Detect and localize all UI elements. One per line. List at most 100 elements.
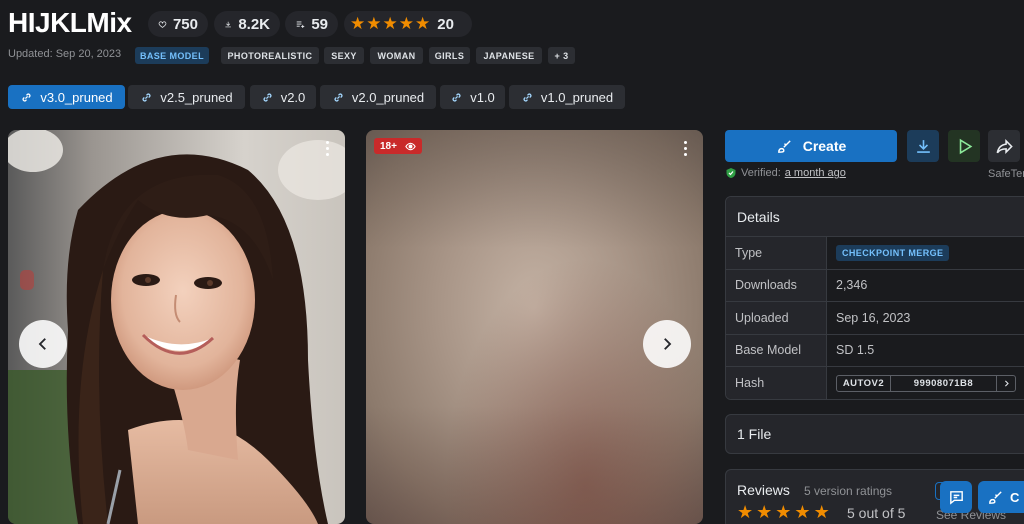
tag-girls[interactable]: GIRLS — [429, 47, 470, 64]
row-label: Type — [726, 237, 827, 269]
chat-float-button[interactable] — [940, 481, 972, 513]
tag-japanese[interactable]: JAPANESE — [476, 47, 542, 64]
dot — [325, 140, 329, 144]
rating-count: 20 — [437, 15, 454, 33]
chevron-left-icon — [38, 338, 46, 350]
details-row-type: Type CHECKPOINT MERGE — [726, 237, 1024, 270]
link-icon — [142, 92, 151, 102]
link-icon — [452, 92, 461, 102]
hash-box[interactable]: AUTOV2 99908071B8 — [836, 374, 1016, 392]
download-button[interactable] — [907, 130, 939, 162]
details-row-downloads: Downloads 2,346 — [726, 269, 1024, 302]
details-row-hash: Hash AUTOV2 99908071B8 — [726, 367, 1024, 399]
version-button-v1-0[interactable]: v1.0 — [440, 85, 505, 109]
star-icon: ★ — [415, 14, 431, 33]
eye-icon — [405, 142, 416, 150]
create-button[interactable]: Create — [725, 130, 897, 162]
rating-stat[interactable]: ★ ★ ★ ★ ★ 20 — [344, 11, 472, 37]
verified-status: Verified: a month ago — [725, 167, 846, 179]
hash-next-button[interactable] — [997, 376, 1015, 391]
hash-value[interactable]: 99908071B8 — [891, 375, 997, 391]
version-button-v2-0[interactable]: v2.0 — [250, 85, 316, 109]
tag-more[interactable]: + 3 — [548, 47, 575, 64]
chevron-right-icon — [1004, 380, 1009, 387]
row-label: Uploaded — [726, 302, 827, 334]
star-icon: ★ — [813, 502, 830, 522]
model-title: HIJKLMix — [8, 7, 132, 38]
file-format-label: SafeTensor — [988, 168, 1024, 180]
tag-base-model[interactable]: BASE MODEL — [135, 47, 209, 64]
updated-date: Updated: Sep 20, 2023 — [8, 48, 122, 60]
version-label: v2.0_pruned — [351, 89, 425, 105]
version-button-v1-0-pruned[interactable]: v1.0_pruned — [509, 85, 625, 109]
reviews-score: 5 out of 5 — [847, 505, 906, 521]
star-icon: ★ — [382, 14, 398, 33]
nsfw-badge[interactable]: 18+ — [374, 138, 422, 154]
files-accordion[interactable]: 1 File — [725, 414, 1024, 454]
nsfw-label: 18+ — [380, 140, 397, 152]
brush-icon — [989, 490, 1002, 504]
tag-woman[interactable]: WOMAN — [370, 47, 423, 64]
collections-button[interactable]: 59 — [285, 11, 338, 37]
details-panel: Details Type CHECKPOINT MERGE Downloads … — [725, 196, 1024, 400]
star-icon: ★ — [350, 14, 366, 33]
star-icon: ★ — [775, 502, 792, 522]
playlist-add-icon — [296, 20, 305, 28]
star-icon: ★ — [756, 502, 773, 522]
rating-stars: ★ ★ ★ ★ ★ — [350, 14, 430, 34]
version-label: v2.0 — [280, 89, 306, 105]
share-button[interactable] — [988, 130, 1020, 162]
dot — [325, 152, 329, 156]
share-icon — [996, 138, 1013, 154]
row-label: Downloads — [726, 269, 827, 301]
downloads-count: 8.2K — [238, 15, 270, 33]
link-icon — [22, 92, 31, 102]
type-badge: CHECKPOINT MERGE — [836, 244, 950, 261]
heart-icon — [158, 20, 167, 28]
details-row-uploaded: Uploaded Sep 16, 2023 — [726, 302, 1024, 335]
hash-algo[interactable]: AUTOV2 — [837, 375, 891, 391]
version-button-v2-5-pruned[interactable]: v2.5_pruned — [128, 85, 245, 109]
details-row-base-model: Base Model SD 1.5 — [726, 334, 1024, 367]
play-icon — [959, 138, 972, 154]
star-icon: ★ — [398, 14, 414, 33]
star-icon: ★ — [794, 502, 811, 522]
link-icon — [523, 92, 532, 102]
run-button[interactable] — [948, 130, 980, 162]
image-menu-button[interactable] — [675, 138, 695, 158]
version-button-v2-0-pruned[interactable]: v2.0_pruned — [320, 85, 436, 109]
download-icon — [225, 21, 231, 27]
tag-photorealistic[interactable]: PHOTOREALISTIC — [221, 47, 319, 64]
reviews-count: 5 version ratings — [804, 484, 893, 498]
version-label: v3.0_pruned — [40, 89, 113, 105]
version-label: v1.0_pruned — [540, 89, 614, 105]
verified-label: Verified: — [741, 167, 781, 179]
star-icon: ★ — [366, 14, 382, 33]
details-title[interactable]: Details — [726, 197, 1024, 237]
row-value: SD 1.5 — [836, 343, 875, 358]
dot — [683, 152, 687, 156]
dot — [325, 146, 329, 150]
create-label: Create — [802, 138, 847, 154]
tag-sexy[interactable]: SEXY — [324, 47, 364, 64]
chat-icon — [949, 490, 963, 505]
version-button-v3-0-pruned[interactable]: v3.0_pruned — [8, 85, 125, 109]
reviews-stars: ★ ★ ★ ★ ★ — [737, 502, 830, 523]
chevron-right-icon — [664, 338, 672, 350]
image-menu-button[interactable] — [317, 138, 337, 158]
gallery-next-button[interactable] — [643, 320, 691, 368]
row-label: Base Model — [726, 334, 827, 366]
create-float-label: C — [1010, 489, 1020, 505]
gallery-prev-button[interactable] — [19, 320, 67, 368]
dot — [683, 146, 687, 150]
like-button[interactable]: 750 — [148, 11, 208, 37]
create-float-button[interactable]: C — [978, 481, 1024, 513]
verified-time-link[interactable]: a month ago — [785, 167, 846, 179]
download-icon — [916, 139, 930, 153]
shield-check-icon — [726, 168, 736, 178]
row-value: 2,346 — [836, 278, 868, 293]
link-icon — [263, 92, 272, 102]
likes-count: 750 — [172, 15, 198, 33]
row-value: Sep 16, 2023 — [836, 310, 911, 325]
version-label: v2.5_pruned — [160, 89, 233, 105]
